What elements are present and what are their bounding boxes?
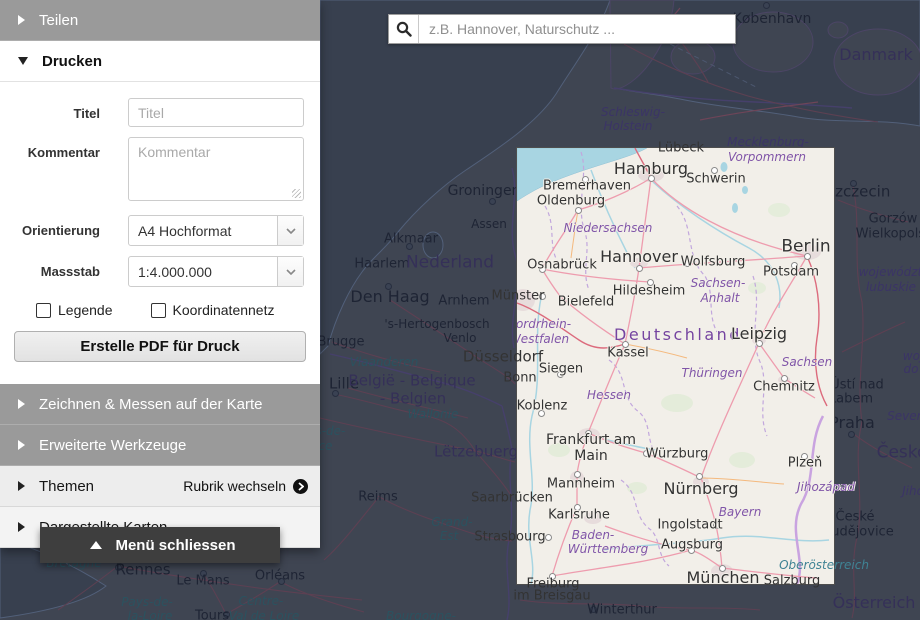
kommentar-label: Kommentar [0,137,100,160]
preview-map [517,148,834,584]
section-drucken[interactable]: Drucken [0,41,320,82]
massstab-label: Massstab [0,256,100,279]
orientierung-select[interactable]: A4 Hochformat [128,215,304,246]
print-form: Titel Kommentar Orientierung A4 Hochform… [0,82,320,384]
titel-label: Titel [0,98,100,121]
search-bar [388,14,736,44]
chevron-down-icon [18,57,28,65]
massstab-select[interactable]: 1:4.000.000 [128,256,304,287]
search-button[interactable] [389,15,419,43]
section-zeichnen-messen[interactable]: Zeichnen & Messen auf der Karte [0,384,320,425]
arrow-circle-icon [293,479,308,494]
rubrik-wechseln-label: Rubrik wechseln [183,478,286,494]
section-erweiterte-label: Erweiterte Werkzeuge [39,437,186,454]
section-drucken-label: Drucken [42,53,102,70]
section-teilen[interactable]: Teilen [0,0,320,41]
print-preview-area: VorpommernHamburgSchwerinBremerhavenOlde… [516,147,835,585]
menu-close-label: Menü schliessen [115,537,235,554]
menu-close-button[interactable]: Menü schliessen [40,527,280,563]
titel-input[interactable] [128,98,304,127]
orientierung-label: Orientierung [0,215,100,238]
section-zeichnen-label: Zeichnen & Messen auf der Karte [39,396,262,413]
chevron-right-icon [18,15,25,25]
section-erweiterte-werkzeuge[interactable]: Erweiterte Werkzeuge [0,425,320,466]
select-chevron-icon [277,257,303,286]
sidebar: Teilen Drucken Titel Kommentar Orientier… [0,0,320,548]
chevron-right-icon [18,522,25,532]
triangle-up-icon [90,541,102,549]
chevron-right-icon [18,481,25,491]
legende-checkbox[interactable] [36,303,51,318]
section-themen[interactable]: Themen Rubrik wechseln [0,466,320,507]
legende-label: Legende [58,302,113,318]
kommentar-textarea[interactable] [128,137,304,201]
koordinatennetz-label: Koordinatennetz [173,302,275,318]
chevron-right-icon [18,440,25,450]
search-input[interactable] [419,15,735,43]
section-themen-label: Themen [39,478,94,495]
chevron-right-icon [18,399,25,409]
koordinatennetz-checkbox[interactable] [151,303,166,318]
search-icon [396,21,412,37]
create-pdf-button[interactable]: Erstelle PDF für Druck [14,331,306,362]
massstab-value: 1:4.000.000 [129,264,277,280]
section-teilen-label: Teilen [39,12,78,29]
map-canvas[interactable]: KøbenhavnDanmarkSchleswig-HolsteinMeckle… [0,0,920,620]
select-chevron-icon [277,216,303,245]
orientierung-value: A4 Hochformat [129,223,277,239]
rubrik-wechseln-link[interactable]: Rubrik wechseln [183,478,308,494]
